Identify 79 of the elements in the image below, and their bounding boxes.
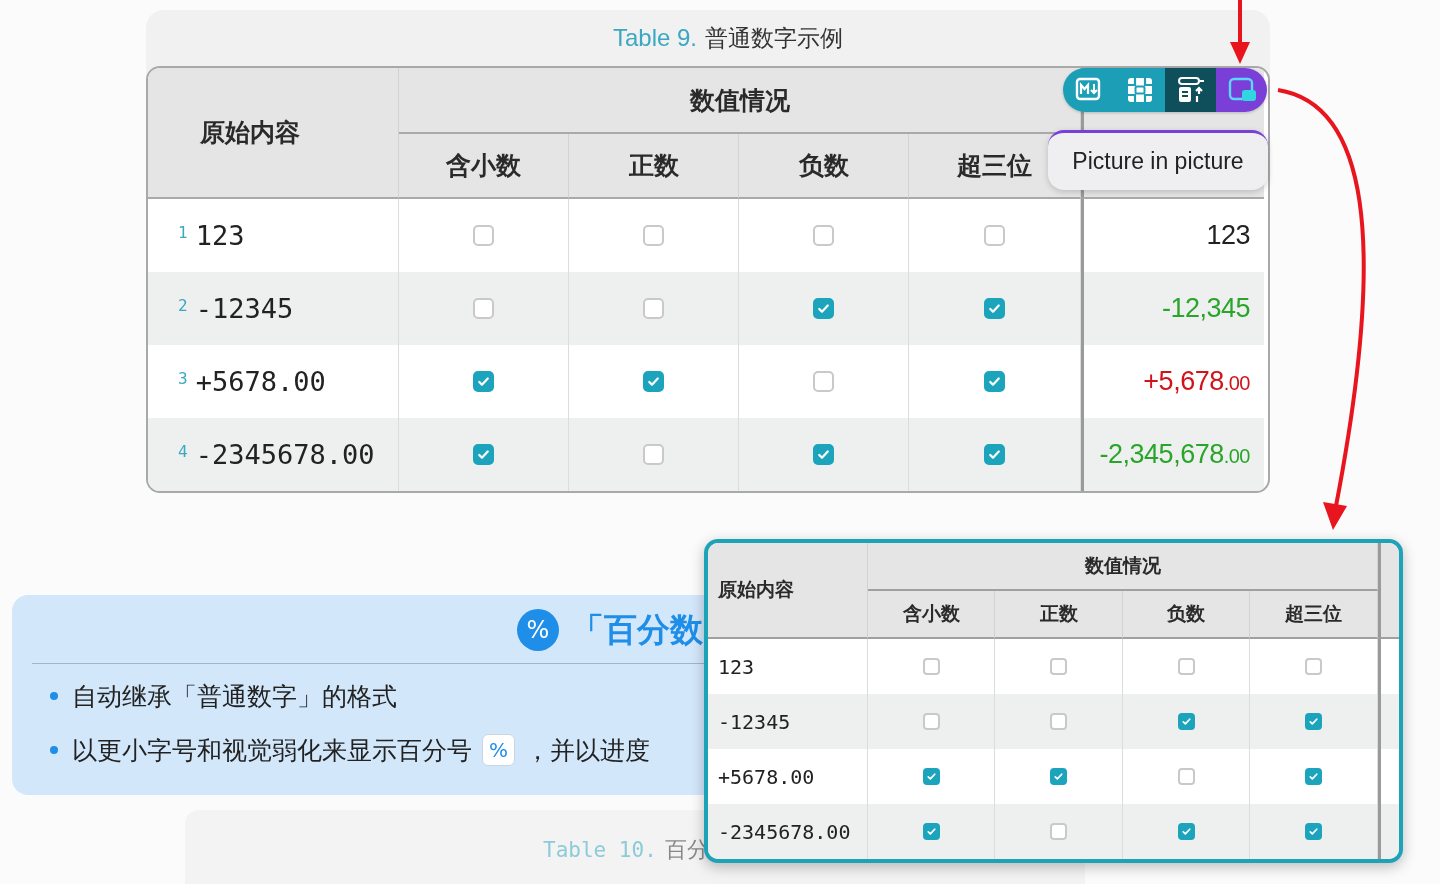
check-icon: [1307, 770, 1320, 783]
column-group-header: 数值情况: [399, 68, 1081, 134]
table-cell: 123: [195, 220, 245, 251]
toolbar-button[interactable]: [1165, 68, 1216, 112]
checkbox[interactable]: [643, 298, 664, 319]
checkbox[interactable]: [1305, 768, 1322, 785]
table-title: 普通数字示例: [705, 23, 844, 53]
bullet-icon: [50, 692, 58, 700]
checkbox[interactable]: [1177, 768, 1195, 785]
arrow: [1228, 0, 1252, 66]
row-number: 4: [178, 442, 188, 461]
column-header: 正数: [569, 134, 739, 199]
checkbox[interactable]: [984, 298, 1005, 319]
row-number: 1: [178, 223, 188, 242]
checkbox[interactable]: [922, 713, 940, 730]
percent-icon: %: [517, 609, 559, 651]
checkbox[interactable]: [1305, 658, 1322, 675]
table-cell-text: +5678.00: [717, 764, 815, 789]
table-cell-text: -12345: [717, 709, 791, 734]
checkbox[interactable]: [984, 225, 1005, 246]
checkbox[interactable]: [1050, 658, 1067, 675]
bullet-text: 以更小字号和视觉弱化来显示百分号: [72, 734, 472, 767]
transform-icon: [1175, 75, 1206, 105]
checkbox[interactable]: [1050, 823, 1067, 840]
column-header: 负数: [739, 134, 909, 199]
checkbox[interactable]: [813, 371, 834, 392]
column-header: 负数: [1123, 591, 1250, 639]
table-cell: -12345: [195, 293, 294, 324]
table-cell-text: -2345678.00: [717, 819, 851, 844]
checkbox[interactable]: [473, 298, 494, 319]
column-header: 含小数: [399, 134, 569, 199]
checkbox[interactable]: [922, 658, 940, 675]
number-value: -12,345: [1161, 293, 1250, 324]
checkbox[interactable]: [922, 823, 940, 840]
callout-title: 「百分数: [571, 608, 703, 651]
column-header: 原始内容: [148, 68, 399, 199]
checkbox[interactable]: [1050, 768, 1067, 785]
checkbox[interactable]: [1177, 823, 1195, 840]
checkbox[interactable]: [473, 444, 494, 465]
table-cell-text: 123: [717, 654, 755, 679]
number-value: +5,678.00: [1143, 366, 1250, 397]
number-value: -2,345,678.00: [1099, 439, 1250, 470]
checkbox[interactable]: [1177, 658, 1195, 675]
table-label: Table 9.: [612, 24, 698, 52]
check-icon: [1052, 770, 1065, 783]
checkbox[interactable]: [984, 444, 1005, 465]
checkbox[interactable]: [1305, 823, 1322, 840]
checkbox[interactable]: [984, 371, 1005, 392]
check-icon: [1307, 715, 1320, 728]
checkbox[interactable]: [813, 225, 834, 246]
bullet-text: ，并以进度: [525, 734, 650, 767]
table-cell: +5678.00: [195, 366, 326, 397]
column-header: 含小数: [868, 591, 995, 639]
table-label: Table 10.: [543, 838, 657, 862]
checkbox[interactable]: [643, 444, 664, 465]
bullet-icon: [50, 746, 58, 754]
checkbox[interactable]: [813, 298, 834, 319]
tooltip: Picture in picture: [1048, 130, 1268, 190]
checkbox[interactable]: [643, 371, 664, 392]
table-cell: -2345678.00: [195, 439, 375, 470]
column-header: 正数: [995, 591, 1123, 639]
checkbox[interactable]: [473, 371, 494, 392]
checkbox[interactable]: [813, 444, 834, 465]
checkbox[interactable]: [1177, 713, 1195, 730]
column-header: 超三位: [1250, 591, 1378, 639]
bullet-text: 自动继承「普通数字」的格式: [72, 680, 397, 713]
column-group-header: 数值情况: [868, 543, 1378, 591]
checkbox[interactable]: [1305, 713, 1322, 730]
column-header: 原始内容: [708, 543, 868, 639]
checkbox[interactable]: [643, 225, 664, 246]
check-icon: [1307, 825, 1320, 838]
toolbar-button[interactable]: [1216, 68, 1267, 112]
checkbox[interactable]: [922, 768, 940, 785]
number-value: 123: [1206, 220, 1250, 251]
checkbox[interactable]: [473, 225, 494, 246]
row-number: 2: [178, 296, 188, 315]
checkbox[interactable]: [1050, 713, 1067, 730]
row-number: 3: [178, 369, 188, 388]
code-chip: %: [482, 734, 515, 766]
